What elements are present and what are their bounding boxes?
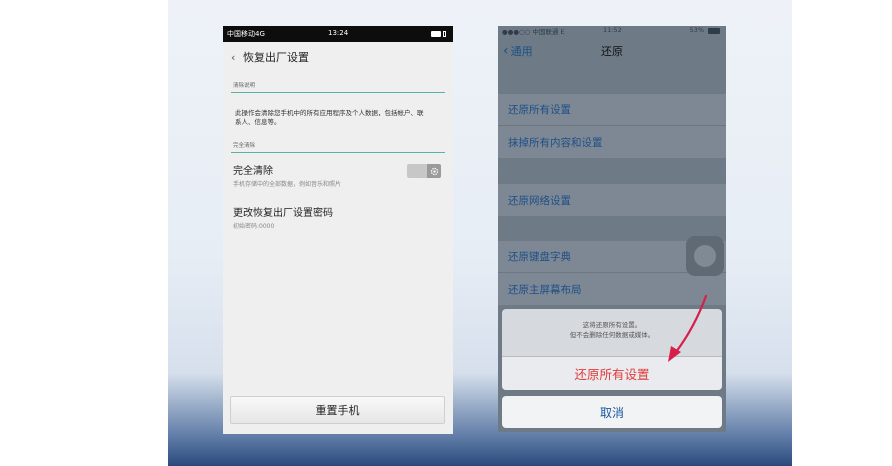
ios-group-1: 还原所有设置 抹掉所有内容和设置 <box>498 94 726 158</box>
android-status-bar: 中国移动4G 13:24 <box>223 26 453 42</box>
android-status-carrier: 中国移动4G <box>227 30 265 38</box>
action-sheet-message-line2: 但不会删除任何数据或媒体。 <box>569 331 655 339</box>
full-wipe-toggle[interactable] <box>407 164 441 178</box>
ios-nav-bar: ‹ 通用 还原 <box>498 38 726 68</box>
android-title-bar: ‹ 恢复出厂设置 <box>223 42 453 72</box>
android-reset-description: 此操作会清除您手机中的所有应用程序及个人数据，包括帐户、联系人、信息等。 <box>235 109 424 126</box>
ios-group-2: 还原网络设置 <box>498 184 726 216</box>
cell-reset-all-settings[interactable]: 还原所有设置 <box>498 94 726 126</box>
ios-status-bar: ●●●○○ 中国联通 E 11:52 53% <box>498 26 726 38</box>
full-wipe-subtitle: 手机存储中的全部数据，例如音乐和照片 <box>233 181 342 188</box>
cell-reset-home-layout[interactable]: 还原主屏幕布局 <box>498 273 726 305</box>
ios-status-carrier: ●●●○○ 中国联通 E <box>502 28 565 36</box>
assistive-touch-button[interactable] <box>686 236 724 276</box>
cell-erase-all[interactable]: 抹掉所有内容和设置 <box>498 126 726 158</box>
android-phone-screen: 中国移动4G 13:24 ‹ 恢复出厂设置 清除说明 此操作会清除您手机中的所有… <box>223 26 453 434</box>
android-status-time: 13:24 <box>328 29 349 37</box>
ios-page-title: 还原 <box>601 45 623 58</box>
ios-action-sheet: 这将还原所有设置。 但不会删除任何数据或媒体。 还原所有设置 <box>502 309 722 390</box>
android-section-divider <box>231 152 445 153</box>
back-chevron-icon[interactable]: ‹ <box>231 51 243 64</box>
ios-status-time: 11:52 <box>603 26 622 34</box>
toggle-track <box>407 164 427 178</box>
battery-icon <box>431 30 447 38</box>
action-sheet-message: 这将还原所有设置。 但不会删除任何数据或媒体。 <box>502 309 722 357</box>
ios-phone-screen: ●●●○○ 中国联通 E 11:52 53% ‹ 通用 还原 还原所有设置 抹掉… <box>498 26 726 432</box>
android-full-wipe-row[interactable]: 完全清除 手机存储中的全部数据，例如音乐和照片 <box>223 162 453 188</box>
android-page-title: 恢复出厂设置 <box>243 51 309 64</box>
android-change-password-row[interactable]: 更改恢复出厂设置密码 初始密码:0000 <box>223 204 453 230</box>
action-sheet-message-line1: 这将还原所有设置。 <box>582 321 642 329</box>
ios-status-battery: 53% <box>689 26 704 34</box>
cell-reset-network[interactable]: 还原网络设置 <box>498 184 726 216</box>
battery-icon <box>708 28 720 34</box>
confirm-reset-all-settings-button[interactable]: 还原所有设置 <box>502 357 722 390</box>
reset-phone-button[interactable]: 重置手机 <box>230 396 445 424</box>
android-section-header-full-wipe: 完全清除 <box>233 143 256 149</box>
change-password-title: 更改恢复出厂设置密码 <box>233 208 333 219</box>
gear-icon <box>427 164 441 178</box>
cancel-button[interactable]: 取消 <box>502 396 722 428</box>
android-section-header-clear-info: 清除说明 <box>233 83 256 89</box>
change-password-subtitle: 初始密码:0000 <box>233 223 275 230</box>
